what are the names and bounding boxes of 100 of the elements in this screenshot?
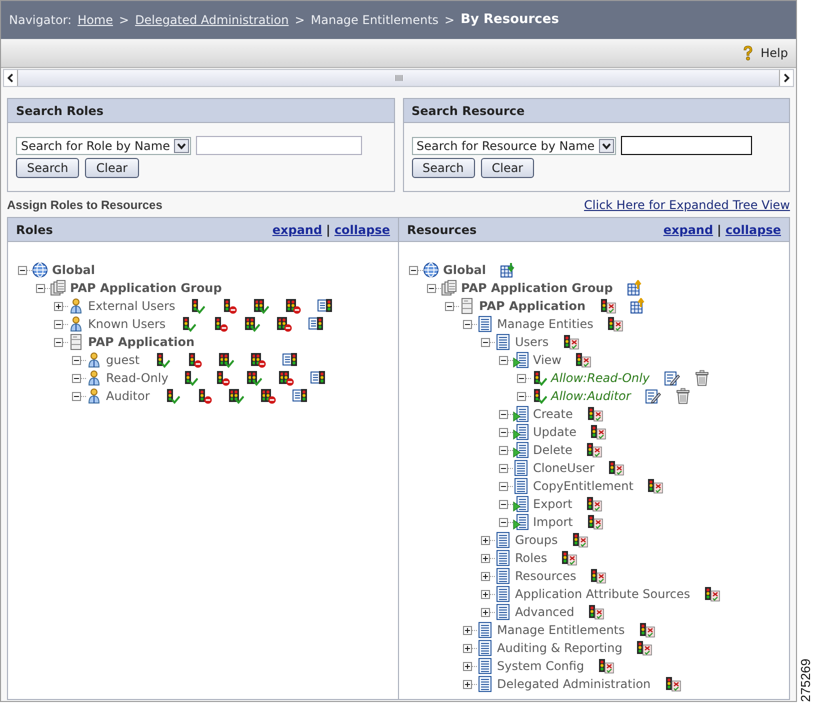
expand-toggle-icon[interactable] [463,662,472,670]
grid-up-arrow-icon[interactable] [630,298,646,314]
traffic-light-x-icon[interactable] [561,550,578,566]
search-button[interactable]: Search [16,158,80,178]
tree-node-label[interactable]: Export [533,495,572,513]
traffic-light-x-icon[interactable] [704,586,720,602]
tree-node-label[interactable]: Known Users [88,315,166,333]
collapse-all-link[interactable]: collapse [334,220,390,238]
help-link[interactable]: Help [760,44,788,62]
traffic-light-x-icon[interactable] [607,316,624,332]
tree-node-label[interactable]: Auditor [106,387,150,405]
tree-node-label[interactable]: PAP Application [88,333,194,351]
expand-toggle-icon[interactable] [463,644,472,652]
traffic-light-x-icon[interactable] [575,352,592,368]
collapse-toggle-icon[interactable] [517,392,526,400]
traffic-light-x-icon[interactable] [586,514,603,530]
collapse-toggle-icon[interactable] [499,428,508,436]
tree-node-label[interactable]: Import [533,513,573,531]
tree-node-label[interactable]: Groups [515,531,558,549]
tree-node-label[interactable]: Allow:Read-Only [551,369,650,387]
tree-node-label[interactable]: Resources [515,567,576,585]
traffic-light-check-icon[interactable] [189,298,206,314]
traffic-lights-deny-icon[interactable] [278,370,294,386]
expand-toggle-icon[interactable] [463,626,472,634]
collapse-toggle-icon[interactable] [499,356,508,364]
caret-icon[interactable] [598,138,614,152]
clear-button[interactable]: Clear [85,158,139,178]
expand-toggle-icon[interactable] [481,572,490,580]
tree-node-label[interactable]: PAP Application [479,297,586,315]
expand-toggle-icon[interactable] [54,302,63,310]
traffic-light-x-icon[interactable] [608,460,624,476]
traffic-light-x-icon[interactable] [598,658,614,674]
search-field[interactable] [620,136,752,155]
trash-icon[interactable] [674,388,691,404]
collapse-toggle-icon[interactable] [72,392,81,400]
tree-node-label[interactable]: Global [52,261,96,279]
scroll-right-icon[interactable] [779,70,793,86]
collapse-toggle-icon[interactable] [499,482,508,490]
collapse-toggle-icon[interactable] [72,374,81,382]
traffic-light-x-icon[interactable] [590,424,606,440]
traffic-lights-deny-icon[interactable] [276,316,292,332]
document-traffic-light-icon[interactable] [292,388,308,404]
collapse-toggle-icon[interactable] [72,356,81,364]
collapse-toggle-icon[interactable] [427,284,436,292]
grid-down-arrow-icon[interactable] [500,262,516,278]
document-traffic-light-icon[interactable] [310,370,326,386]
traffic-light-check-icon[interactable] [182,370,198,386]
expand-toggle-icon[interactable] [463,680,472,688]
breadcrumb-link[interactable]: Delegated Administration [135,11,289,29]
expand-toggle-icon[interactable] [481,536,490,544]
edit-icon[interactable] [664,370,680,386]
traffic-lights-deny-icon[interactable] [260,388,276,404]
traffic-light-x-icon[interactable] [586,496,602,512]
traffic-lights-check-icon[interactable] [228,388,244,404]
traffic-light-x-icon[interactable] [572,532,588,548]
tree-node-label[interactable]: Create [533,405,573,423]
help-icon[interactable] [740,45,755,61]
tree-node-label[interactable]: Application Attribute Sources [515,585,690,603]
traffic-light-x-icon[interactable] [562,334,579,350]
document-traffic-light-icon[interactable] [308,316,324,332]
traffic-light-x-icon[interactable] [638,622,655,638]
expanded-tree-view-link[interactable]: Click Here for Expanded Tree View [584,196,790,214]
traffic-light-x-icon[interactable] [586,442,602,458]
collapse-all-link[interactable]: collapse [725,220,781,238]
traffic-lights-check-icon[interactable] [246,370,262,386]
trash-icon[interactable] [694,370,710,386]
tree-node-label[interactable]: Read-Only [106,369,168,387]
document-traffic-light-icon[interactable] [282,352,298,368]
collapse-toggle-icon[interactable] [445,302,454,310]
collapse-toggle-icon[interactable] [517,374,526,382]
tree-node-label[interactable]: Allow:Auditor [551,387,631,405]
collapse-toggle-icon[interactable] [499,464,508,472]
tree-node-label[interactable]: CloneUser [533,459,594,477]
tree-node-label[interactable]: PAP Application Group [70,279,222,297]
tree-node-label[interactable]: Manage Entities [497,315,594,333]
scroll-thumb-grip-icon[interactable] [394,74,402,82]
breadcrumb-link[interactable]: Home [78,11,113,29]
traffic-light-x-icon[interactable] [664,676,681,692]
collapse-toggle-icon[interactable] [36,284,45,292]
search-type-dropdown[interactable]: Search for Resource by Name [412,136,616,154]
tree-node-label[interactable]: Delegated Administration [497,675,651,693]
expand-all-link[interactable]: expand [663,220,714,238]
tree-node-label[interactable]: Global [443,261,486,279]
expand-all-link[interactable]: expand [272,220,322,238]
collapse-toggle-icon[interactable] [54,338,63,346]
collapse-toggle-icon[interactable] [54,320,63,328]
expand-toggle-icon[interactable] [481,554,490,562]
clear-button[interactable]: Clear [480,158,534,178]
traffic-light-x-icon[interactable] [636,640,652,656]
traffic-light-deny-icon[interactable] [221,298,238,314]
tree-node-label[interactable]: External Users [88,297,176,315]
collapse-toggle-icon[interactable] [499,410,508,418]
tree-node-label[interactable]: Advanced [515,603,574,621]
tree-node-label[interactable]: Update [533,423,576,441]
tree-node-label[interactable]: PAP Application Group [461,279,613,297]
edit-icon[interactable] [644,388,661,404]
expand-toggle-icon[interactable] [481,608,490,616]
collapse-toggle-icon[interactable] [409,266,418,274]
collapse-toggle-icon[interactable] [499,500,508,508]
tree-node-label[interactable]: Auditing & Reporting [497,639,622,657]
